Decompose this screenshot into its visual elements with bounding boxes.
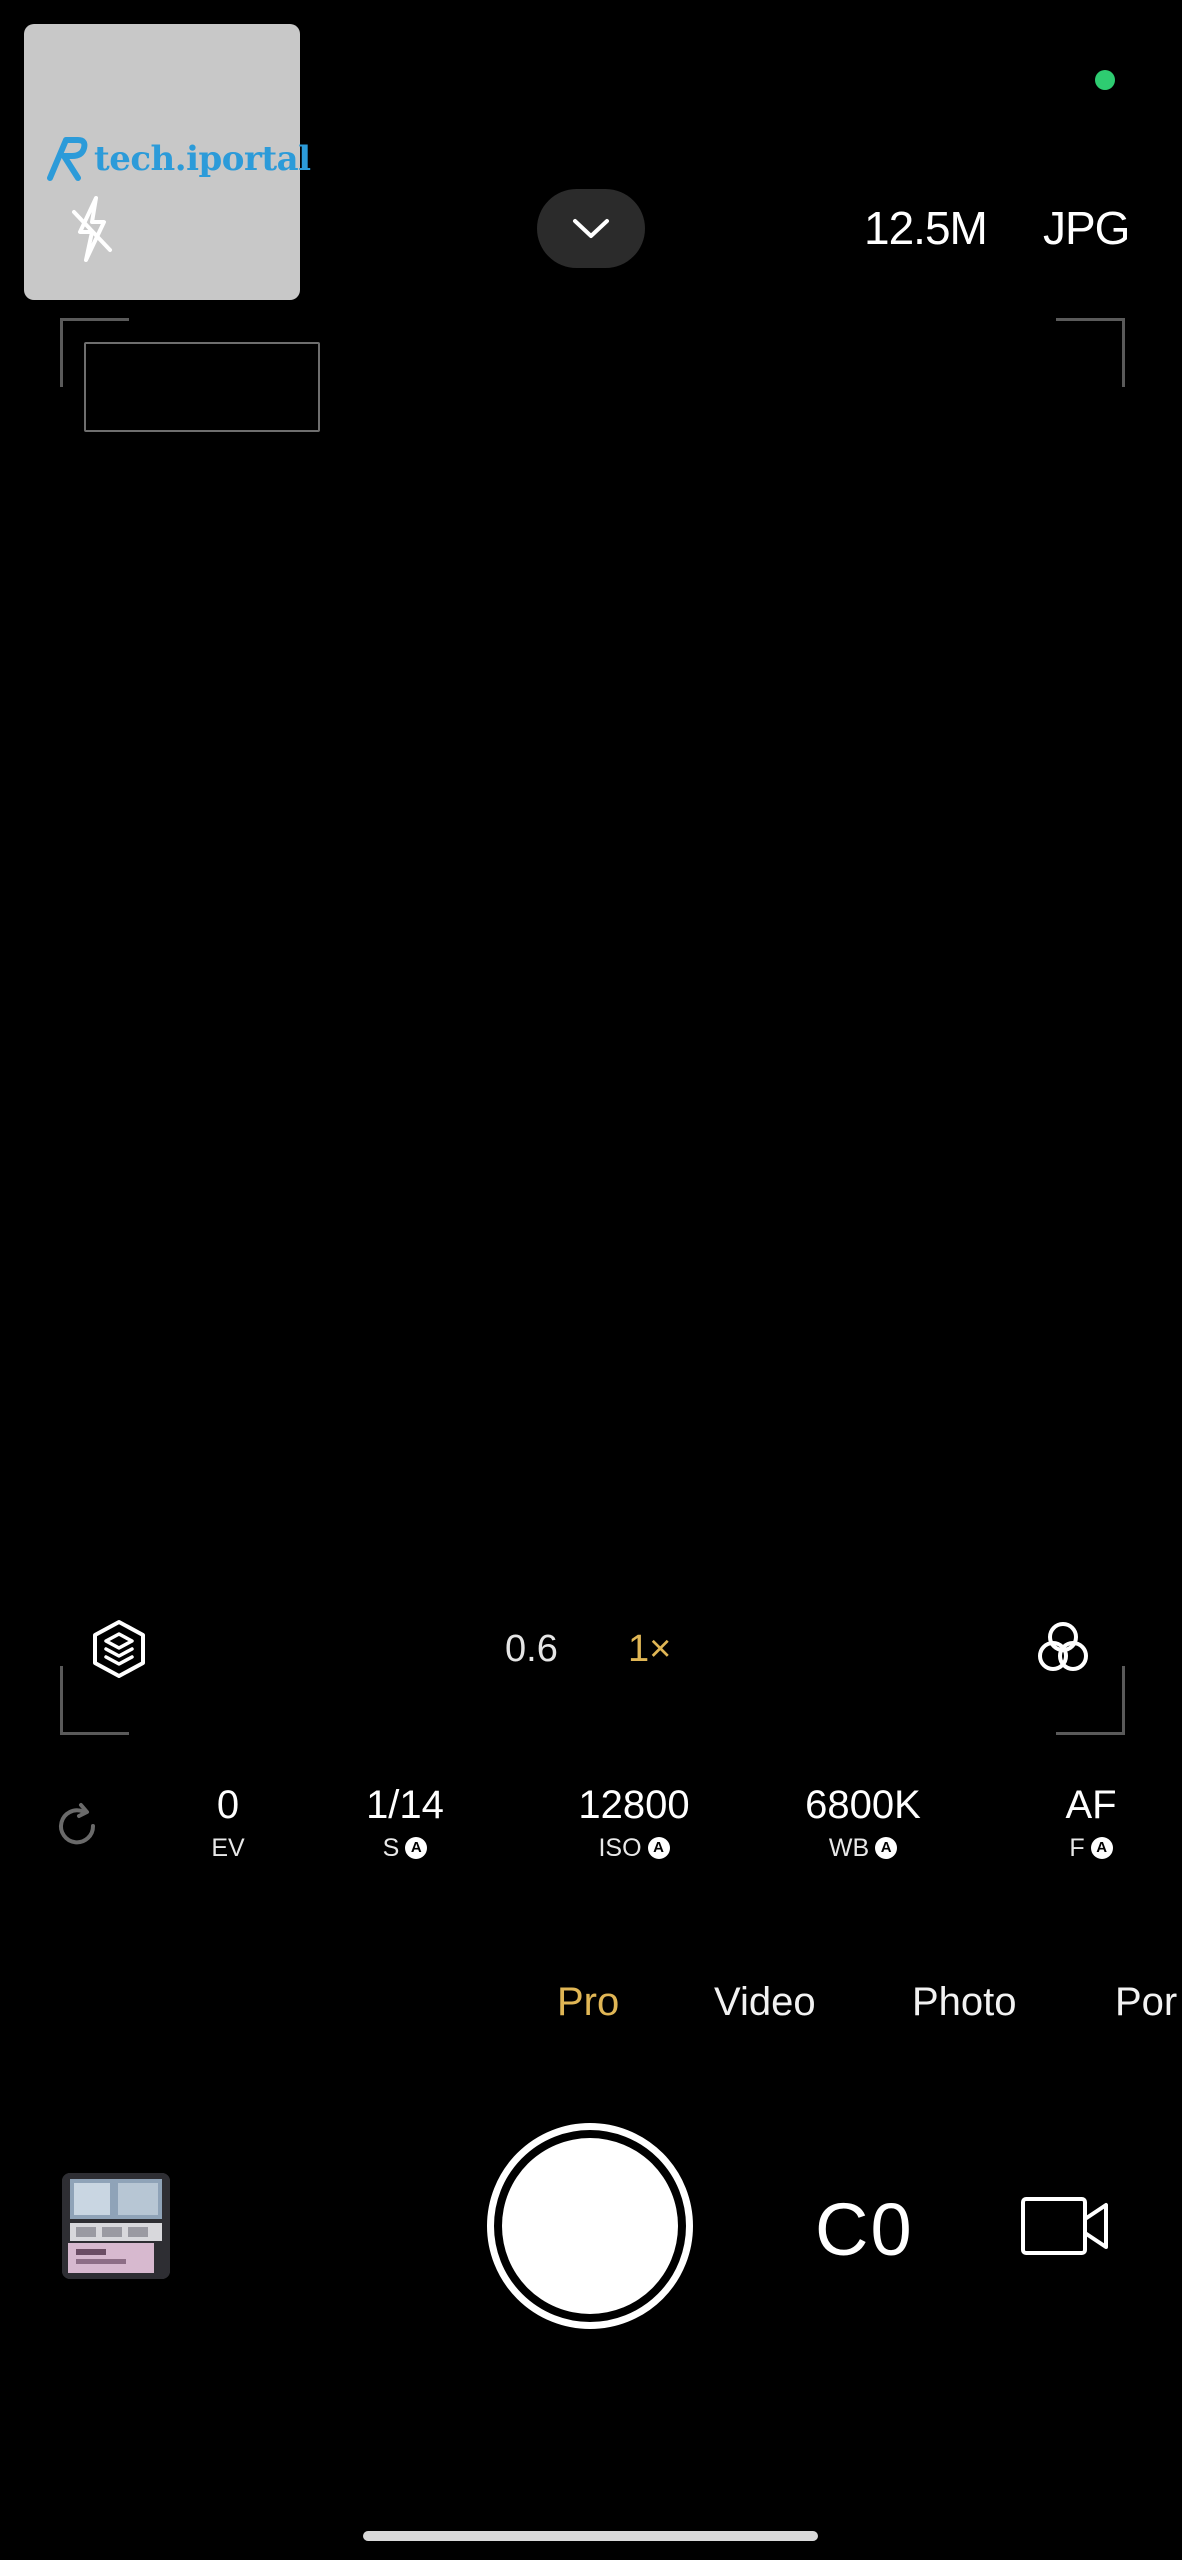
param-shutter-value: 1/14 — [366, 1783, 444, 1827]
param-iso-value: 12800 — [578, 1783, 690, 1827]
watermark-logo-text: tech.iportal — [94, 139, 311, 179]
param-wb-value: 6800K — [805, 1783, 921, 1827]
video-camera-icon[interactable] — [1020, 2193, 1112, 2259]
home-indicator-bar[interactable] — [363, 2531, 818, 2541]
color-filters-icon[interactable] — [1034, 1618, 1092, 1676]
param-focus-value: AF — [1065, 1783, 1117, 1827]
param-ev-value: 0 — [216, 1783, 240, 1827]
param-ev[interactable]: 0 EV — [138, 1780, 318, 1866]
viewfinder-corner-top-right — [1056, 318, 1125, 387]
param-white-balance[interactable]: 6800K WB A — [773, 1780, 953, 1866]
status-indicator-dot — [1095, 70, 1115, 90]
param-wb-label-text: WB — [828, 1834, 870, 1862]
resolution-button[interactable]: 12.5M — [864, 200, 988, 256]
param-focus-label-text: F — [1069, 1834, 1085, 1862]
param-iso-label: ISO A — [598, 1830, 670, 1866]
format-button[interactable]: JPG — [1043, 200, 1130, 256]
mode-tab-photo[interactable]: Photo — [912, 1976, 1017, 2028]
param-iso-label-text: ISO — [598, 1834, 642, 1862]
param-iso[interactable]: 12800 ISO A — [544, 1780, 724, 1866]
chevron-down-icon — [573, 218, 609, 238]
viewfinder-corner-bottom-right — [1056, 1666, 1125, 1735]
watermark-card: tech.iportal — [24, 24, 311, 300]
param-focus-label: FA — [1069, 1830, 1113, 1866]
param-ev-label-text: EV — [211, 1834, 245, 1862]
auto-badge-icon: A — [875, 1837, 898, 1859]
focus-frame — [84, 342, 320, 432]
auto-badge-icon: A — [647, 1837, 670, 1859]
param-shutter-label-text: S — [382, 1834, 400, 1862]
mode-tab-video[interactable]: Video — [714, 1976, 816, 2028]
zoom-option-1x[interactable]: 1× — [628, 1624, 671, 1674]
zoom-option-0-6[interactable]: 0.6 — [505, 1624, 558, 1674]
c0-button[interactable]: C0 — [815, 2190, 914, 2270]
auto-badge-icon: A — [1090, 1837, 1113, 1859]
gallery-preview-image — [62, 2173, 170, 2279]
mode-tab-pro[interactable]: Pro — [557, 1976, 619, 2028]
param-shutter-label: SA — [383, 1830, 428, 1866]
logo-mark-icon — [47, 137, 88, 181]
shutter-button-inner — [502, 2138, 678, 2314]
layers-icon[interactable] — [88, 1618, 150, 1680]
param-shutter[interactable]: 1/14 SA — [315, 1780, 495, 1866]
collapse-toolbar-button[interactable] — [537, 189, 645, 268]
reset-icon[interactable] — [53, 1802, 101, 1850]
gallery-thumbnail[interactable] — [62, 2173, 170, 2279]
mode-tab-portrait[interactable]: Por — [1115, 1976, 1182, 2028]
flash-off-icon[interactable] — [70, 194, 114, 264]
param-focus[interactable]: AF FA — [1001, 1780, 1181, 1866]
param-wb-label: WB A — [828, 1830, 898, 1866]
shutter-button[interactable] — [487, 2123, 693, 2329]
auto-badge-icon: A — [405, 1837, 428, 1859]
param-ev-label: EV — [211, 1830, 244, 1866]
